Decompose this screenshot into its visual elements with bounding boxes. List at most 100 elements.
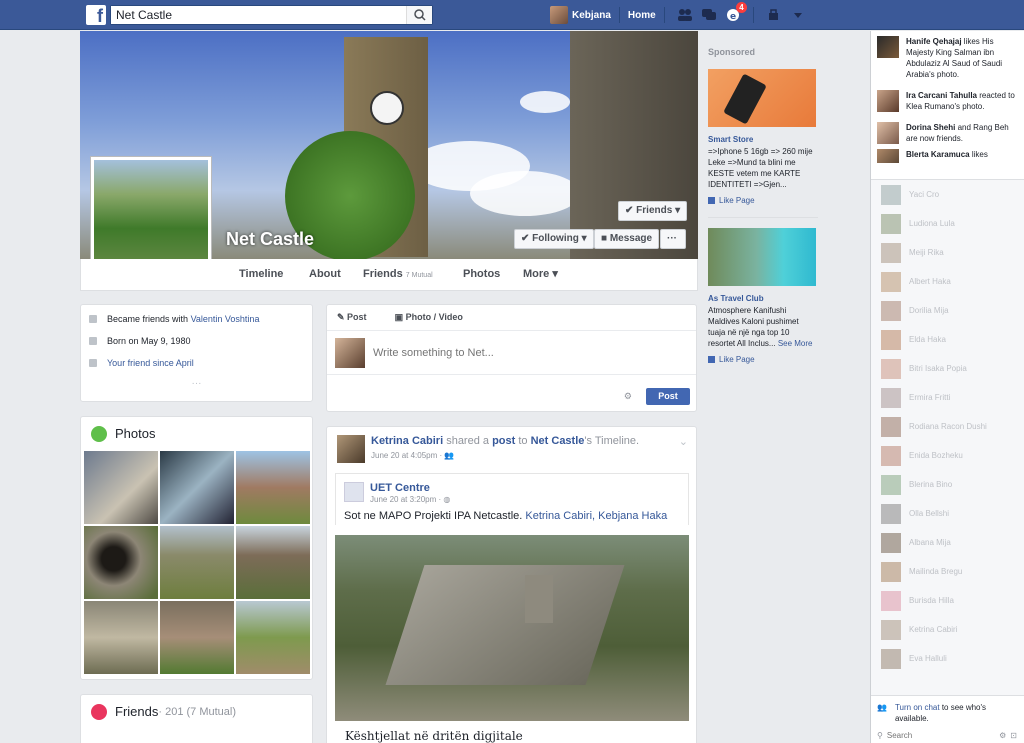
- story-author-avatar[interactable]: [337, 435, 365, 463]
- composer-avatar: [335, 337, 365, 368]
- buddy-item[interactable]: Albert Haka: [871, 267, 1024, 296]
- notifications-icon[interactable]: e 4: [725, 2, 747, 22]
- tagged-people-links[interactable]: Ketrina Cabiri, Kebjana Haka: [525, 510, 667, 522]
- friends-button[interactable]: ✔ Friends ▾: [618, 201, 688, 221]
- chat-search-input[interactable]: [886, 730, 977, 740]
- account-menu-icon[interactable]: [790, 8, 806, 22]
- buddy-name: Bitri Isaka Popia: [909, 364, 967, 373]
- user-avatar[interactable]: [550, 6, 568, 24]
- buddy-avatar: [881, 590, 901, 611]
- chat-options-gear-icon[interactable]: ⚙: [999, 731, 1006, 740]
- photo-thumbnail[interactable]: [236, 526, 310, 599]
- shared-post-image[interactable]: [335, 535, 689, 721]
- composer-tabs: ✎ Post ▣ Photo / Video: [327, 305, 696, 331]
- story-author-link[interactable]: Ketrina Cabiri: [371, 435, 443, 447]
- buddy-item[interactable]: Burisda Hilla: [871, 586, 1024, 615]
- privacy-shortcuts-icon[interactable]: [766, 8, 782, 22]
- buddy-item[interactable]: Ermira Fritti: [871, 383, 1024, 412]
- friends-header[interactable]: Friends · 201 (7 Mutual): [81, 695, 312, 729]
- shared-timestamp[interactable]: June 20 at 3:20pm · ◍: [370, 495, 450, 504]
- buddy-item[interactable]: Ketrina Cabiri: [871, 615, 1024, 644]
- cover-cloud: [470, 171, 580, 216]
- see-more-link[interactable]: See More: [778, 339, 813, 348]
- intro-born-text: Born on May 9, 1980: [107, 336, 191, 346]
- ticker-item[interactable]: Dorina Shehi and Rang Beh are now friend…: [871, 117, 1024, 149]
- buddy-item[interactable]: Meiji Rika: [871, 238, 1024, 267]
- link-caption[interactable]: Kështjellat në dritën digjitale: [345, 729, 523, 743]
- story-options-chevron-icon[interactable]: ⌄: [679, 435, 688, 448]
- photo-thumbnail[interactable]: [236, 601, 310, 674]
- message-button[interactable]: ■ Message: [594, 229, 660, 249]
- ticker-item[interactable]: Ira Carcani Tahulla reacted to Klea Ruma…: [871, 85, 1024, 117]
- photo-thumbnail[interactable]: [236, 451, 310, 524]
- search-button[interactable]: [406, 6, 432, 24]
- buddy-item[interactable]: Olla Bellshi: [871, 499, 1024, 528]
- photo-thumbnail[interactable]: [84, 526, 158, 599]
- settings-icon[interactable]: ⚙: [624, 391, 632, 402]
- composer-tab-photo[interactable]: ▣ Photo / Video: [395, 312, 477, 323]
- friend-link[interactable]: Valentin Voshtina: [191, 314, 260, 324]
- buddy-item[interactable]: Blerina Bino: [871, 470, 1024, 499]
- shared-post-header: UET Centre June 20 at 3:20pm · ◍: [336, 474, 688, 504]
- buddy-item[interactable]: Eva Halluli: [871, 644, 1024, 673]
- buddy-avatar: [881, 619, 901, 640]
- ticker-text: Ira Carcani Tahulla reacted to Klea Ruma…: [906, 90, 1018, 112]
- shared-time: June 20 at 3:20pm: [370, 495, 437, 504]
- ad-image[interactable]: [708, 228, 816, 286]
- buddy-name: Olla Bellshi: [909, 509, 950, 518]
- ticker-item[interactable]: Hanife Qehajaj likes His Majesty King Sa…: [871, 31, 1024, 85]
- tab-about[interactable]: About: [301, 259, 349, 290]
- tab-timeline[interactable]: Timeline: [231, 259, 291, 290]
- tab-photos[interactable]: Photos: [455, 259, 508, 290]
- ad-title[interactable]: As Travel Club: [708, 294, 822, 303]
- new-group-icon[interactable]: ⊡: [1010, 731, 1017, 740]
- photo-thumbnail[interactable]: [84, 451, 158, 524]
- buddy-item[interactable]: Rodiana Racon Dushi: [871, 412, 1024, 441]
- more-options-button[interactable]: ···: [660, 229, 686, 249]
- following-button[interactable]: ✔ Following ▾: [514, 229, 594, 249]
- story-timestamp[interactable]: June 20 at 4:05pm · 👥: [371, 451, 639, 460]
- svg-text:e: e: [730, 12, 736, 22]
- buddy-item[interactable]: Elda Haka: [871, 325, 1024, 354]
- buddy-item[interactable]: Ludiona Lula: [871, 209, 1024, 238]
- buddy-name: Ermira Fritti: [909, 393, 951, 402]
- facebook-logo[interactable]: f: [86, 5, 106, 26]
- shared-author-link[interactable]: UET Centre: [370, 482, 450, 494]
- buddy-item[interactable]: Mailinda Bregu: [871, 557, 1024, 586]
- buddy-item[interactable]: Enida Bozheku: [871, 441, 1024, 470]
- person-icon: [89, 315, 97, 323]
- ad-image[interactable]: [708, 69, 816, 127]
- like-page-button[interactable]: Like Page: [708, 196, 822, 205]
- photo-thumbnail[interactable]: [160, 526, 234, 599]
- ticker-item[interactable]: Blerta Karamuca likes: [871, 149, 1024, 163]
- friend-since-link[interactable]: Your friend since April: [107, 358, 194, 368]
- tab-friends[interactable]: Friends 7 Mutual: [355, 259, 441, 290]
- photo-thumbnail[interactable]: [160, 451, 234, 524]
- post-button[interactable]: Post: [646, 388, 690, 405]
- story-target-link[interactable]: Net Castle: [531, 435, 585, 447]
- castle-tower: [525, 575, 553, 623]
- home-link[interactable]: Home: [628, 10, 656, 21]
- shared-author-avatar[interactable]: [344, 482, 364, 502]
- intro-more[interactable]: ···: [81, 378, 312, 389]
- composer-tab-post[interactable]: ✎ Post: [337, 312, 381, 323]
- search-input[interactable]: [111, 6, 401, 24]
- story-post-link[interactable]: post: [492, 435, 515, 447]
- photo-thumbnail[interactable]: [84, 601, 158, 674]
- messages-icon[interactable]: [701, 8, 717, 22]
- composer-input[interactable]: [373, 346, 673, 359]
- photos-header[interactable]: Photos: [81, 417, 312, 451]
- friends-button-label: Friends: [636, 205, 673, 216]
- buddy-item[interactable]: Dorilia Mija: [871, 296, 1024, 325]
- tab-more[interactable]: More ▾: [515, 259, 566, 290]
- profile-link[interactable]: Kebjana: [572, 10, 611, 21]
- like-page-button[interactable]: Like Page: [708, 355, 822, 364]
- photo-thumbnail[interactable]: [160, 601, 234, 674]
- buddy-item[interactable]: Albana Mija: [871, 528, 1024, 557]
- friend-requests-icon[interactable]: [677, 8, 693, 22]
- buddy-item[interactable]: Bitri Isaka Popia: [871, 354, 1024, 383]
- turn-on-chat-link[interactable]: Turn on chat: [895, 703, 940, 712]
- clock-face: [370, 91, 404, 125]
- buddy-item[interactable]: Yaci Cro: [871, 180, 1024, 209]
- ad-title[interactable]: Smart Store: [708, 135, 822, 144]
